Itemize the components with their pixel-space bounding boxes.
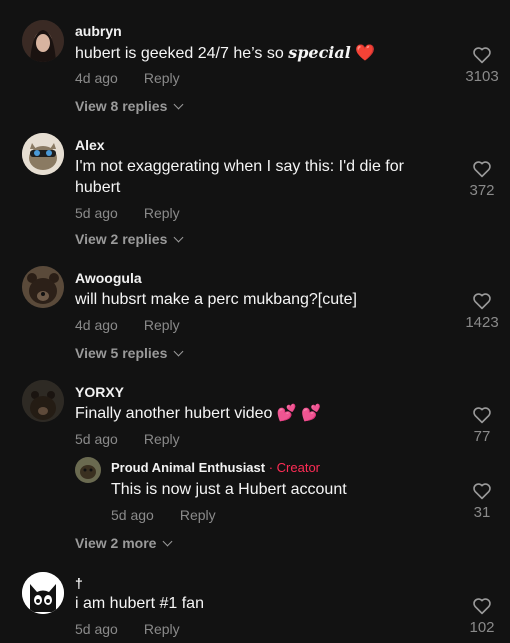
reply-button[interactable]: Reply xyxy=(144,70,180,86)
chevron-down-icon xyxy=(173,232,184,243)
like-count: 31 xyxy=(473,504,491,521)
comment-meta: 5d ago Reply xyxy=(75,431,180,447)
two-hearts-emoji: 💕 💕 xyxy=(276,405,322,422)
heart-emoji: ❤️ xyxy=(355,45,376,62)
view-more-button[interactable]: View 2 more xyxy=(75,535,173,551)
timestamp: 4d ago xyxy=(75,317,118,333)
view-replies-label: View 5 replies xyxy=(75,345,168,361)
chevron-down-icon xyxy=(173,346,184,357)
reply-text: This is now just a Hubert account xyxy=(111,481,347,498)
creator-badge: · Creator xyxy=(268,460,321,475)
like-button[interactable]: 102 xyxy=(452,597,510,636)
timestamp: 5d ago xyxy=(75,431,118,447)
comment-text-line2: hubert xyxy=(75,179,121,196)
avatar-image xyxy=(22,380,64,422)
reply-avatar[interactable] xyxy=(75,457,101,483)
comment-meta: 4d ago Reply xyxy=(75,317,180,333)
heart-outline-icon xyxy=(473,293,491,310)
avatar-image xyxy=(22,133,64,175)
timestamp: 5d ago xyxy=(111,507,154,523)
username[interactable]: Awoogula xyxy=(75,270,142,286)
avatar[interactable] xyxy=(22,380,64,422)
view-replies-button[interactable]: View 5 replies xyxy=(75,345,184,361)
like-button[interactable]: 372 xyxy=(452,160,510,199)
like-count: 372 xyxy=(469,182,495,199)
avatar-image xyxy=(22,572,64,614)
avatar-image xyxy=(22,266,64,308)
reply-meta: 5d ago Reply xyxy=(111,507,216,523)
heart-outline-icon xyxy=(473,483,491,500)
timestamp: 5d ago xyxy=(75,205,118,221)
reply-button[interactable]: Reply xyxy=(144,621,180,637)
like-count: 77 xyxy=(473,428,491,445)
username[interactable]: YORXY xyxy=(75,384,124,400)
heart-outline-icon xyxy=(473,47,491,64)
chevron-down-icon xyxy=(173,99,184,110)
like-button[interactable]: 77 xyxy=(452,406,510,445)
reply-button[interactable]: Reply xyxy=(144,205,180,221)
like-button[interactable]: 31 xyxy=(452,482,510,521)
comment-meta: 4d ago Reply xyxy=(75,70,180,86)
avatar-image xyxy=(75,457,101,483)
reply-button[interactable]: Reply xyxy=(180,507,216,523)
username[interactable]: † xyxy=(75,575,83,591)
like-count: 102 xyxy=(469,619,495,636)
comment-meta: 5d ago Reply xyxy=(75,205,180,221)
comment-meta: 5d ago Reply xyxy=(75,621,180,637)
like-count: 1423 xyxy=(465,314,499,331)
username[interactable]: Alex xyxy=(75,137,105,153)
avatar[interactable] xyxy=(22,20,64,62)
reply-button[interactable]: Reply xyxy=(144,431,180,447)
comment-text: hubert is geeked 24/7 he’s so special ❤️ xyxy=(75,42,445,64)
view-replies-label: View 2 replies xyxy=(75,231,168,247)
view-more-label: View 2 more xyxy=(75,535,157,551)
timestamp: 5d ago xyxy=(75,621,118,637)
heart-outline-icon xyxy=(473,161,491,178)
comment-text-line1: I'm not exaggerating when I say this: I'… xyxy=(75,158,404,175)
comment-text: I'm not exaggerating when I say this: I'… xyxy=(75,156,445,198)
reply-button[interactable]: Reply xyxy=(144,317,180,333)
comment-text-main: Finally another hubert video xyxy=(75,405,273,422)
like-button[interactable]: 1423 xyxy=(452,292,510,331)
comment-text: will hubsrt make a perc mukbang?[cute] xyxy=(75,291,357,308)
heart-outline-icon xyxy=(473,598,491,615)
view-replies-button[interactable]: View 2 replies xyxy=(75,231,184,247)
comment-text-special: special xyxy=(288,43,351,62)
chevron-down-icon xyxy=(163,536,173,547)
reply-username[interactable]: Proud Animal Enthusiast · Creator xyxy=(111,460,320,475)
avatar[interactable] xyxy=(22,266,64,308)
timestamp: 4d ago xyxy=(75,70,118,86)
view-replies-button[interactable]: View 8 replies xyxy=(75,98,184,114)
reply-username-label: Proud Animal Enthusiast xyxy=(111,460,266,475)
like-button[interactable]: 3103 xyxy=(452,46,510,85)
username[interactable]: aubryn xyxy=(75,23,122,39)
heart-outline-icon xyxy=(473,407,491,424)
comment-text: i am hubert #1 fan xyxy=(75,595,204,612)
comment-text-main: hubert is geeked 24/7 he’s so xyxy=(75,45,289,62)
comment-text: Finally another hubert video 💕 💕 xyxy=(75,403,445,424)
view-replies-label: View 8 replies xyxy=(75,98,168,114)
avatar-image xyxy=(22,20,64,62)
avatar[interactable] xyxy=(22,133,64,175)
avatar[interactable] xyxy=(22,572,64,614)
like-count: 3103 xyxy=(465,68,499,85)
